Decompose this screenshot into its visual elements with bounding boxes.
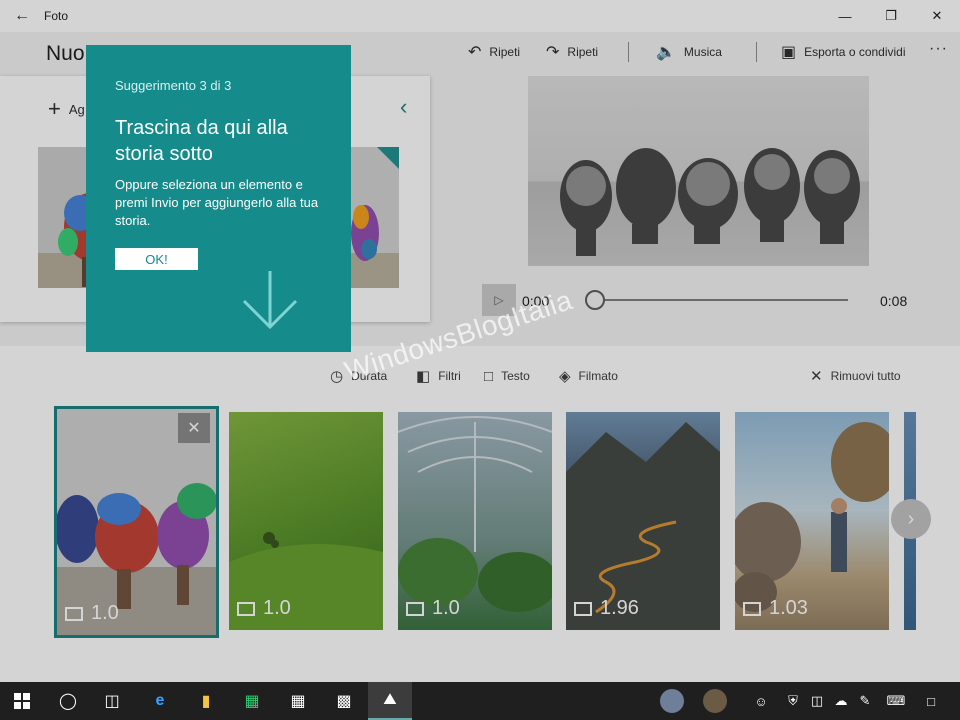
avatar[interactable] bbox=[703, 689, 727, 713]
avatar[interactable] bbox=[660, 689, 684, 713]
motion-label: Filmato bbox=[578, 369, 618, 383]
storyboard-card[interactable]: ✕ 1.0 bbox=[54, 406, 219, 638]
photos-app-icon[interactable]: ⛰ bbox=[368, 682, 412, 720]
tip-title: Trascina da qui alla storia sotto bbox=[115, 117, 288, 165]
project-title[interactable]: Nuo bbox=[46, 42, 85, 66]
app-title: Foto bbox=[44, 9, 69, 23]
image-icon bbox=[65, 606, 83, 621]
remove-card-button[interactable]: ✕ bbox=[178, 413, 210, 443]
window-controls: — ❐ ✕ bbox=[822, 0, 960, 32]
storyboard-panel: ◷ Durata ◧ Filtri □ Testo ◈ Filmato ✕ Ri… bbox=[0, 346, 960, 682]
file-explorer-icon[interactable]: ▮ bbox=[184, 682, 228, 720]
minimize-button[interactable]: — bbox=[822, 0, 868, 32]
taskbar: ◯ ◫ e ▮ ▦ ▦ ▩ ⛰ ☺ ⛨ ◫ ☁ ✎ ⌨ □ bbox=[0, 682, 960, 720]
windows-logo-icon bbox=[14, 693, 30, 709]
storyboard-card[interactable]: 1.0 bbox=[229, 412, 383, 630]
teaching-tip: Suggerimento 3 di 3 Trascina da qui alla… bbox=[86, 45, 351, 352]
colorful-costume-image bbox=[351, 147, 399, 261]
divider bbox=[756, 42, 757, 62]
motion-button[interactable]: ◈ Filmato bbox=[559, 366, 618, 386]
edge-browser-icon[interactable]: e bbox=[138, 682, 182, 720]
add-media-button[interactable]: + Ag bbox=[48, 98, 85, 120]
keyboard-icon[interactable]: ⌨ bbox=[882, 682, 910, 720]
remove-all-label: Rimuovi tutto bbox=[830, 369, 901, 383]
undo-button[interactable]: ↶ Ripeti bbox=[468, 40, 520, 64]
card-duration-value: 1.03 bbox=[769, 597, 808, 619]
task-view-icon[interactable]: ◫ bbox=[90, 682, 134, 720]
cortana-circle-icon[interactable]: ◯ bbox=[46, 682, 90, 720]
close-icon: ✕ bbox=[810, 368, 823, 385]
shield-icon[interactable]: ⛨ bbox=[782, 682, 804, 720]
network-icon[interactable]: ◫ bbox=[806, 682, 828, 720]
divider bbox=[628, 42, 629, 62]
preview-image bbox=[560, 148, 860, 256]
card-duration-value: 1.0 bbox=[432, 597, 460, 619]
motion-icon: ◈ bbox=[559, 368, 571, 385]
redo-icon: ↷ bbox=[546, 44, 560, 61]
title-bar: ← Foto — ❐ ✕ bbox=[0, 0, 960, 32]
notifications-icon[interactable]: □ bbox=[918, 682, 944, 720]
storyboard-card[interactable]: 1.0 bbox=[398, 412, 552, 630]
filters-button[interactable]: ◧ Filtri bbox=[416, 366, 461, 386]
storyboard-card[interactable]: 1.96 bbox=[566, 412, 720, 630]
text-button[interactable]: □ Testo bbox=[484, 366, 530, 386]
down-arrow-icon bbox=[242, 271, 298, 330]
filters-label: Filtri bbox=[438, 369, 461, 383]
people-icon[interactable]: ☺ bbox=[748, 682, 774, 720]
remove-all-button[interactable]: ✕ Rimuovi tutto bbox=[810, 366, 901, 386]
image-icon bbox=[406, 601, 424, 616]
tip-body: Oppure seleziona un elemento e premi Inv… bbox=[115, 177, 319, 228]
collapse-chevron-icon[interactable]: ‹ bbox=[400, 94, 407, 120]
cloud-icon[interactable]: ☁ bbox=[830, 682, 852, 720]
card-duration: 1.0 bbox=[65, 602, 119, 625]
image-icon bbox=[237, 601, 255, 616]
redo-button[interactable]: ↷ Ripeti bbox=[546, 40, 598, 64]
library-thumbnail[interactable] bbox=[351, 147, 399, 288]
text-label: Testo bbox=[501, 369, 530, 383]
time-total: 0:08 bbox=[880, 293, 908, 309]
card-duration-value: 1.96 bbox=[600, 597, 639, 619]
store-bag-icon[interactable]: ▦ bbox=[276, 682, 320, 720]
card-duration: 1.0 bbox=[237, 597, 291, 620]
more-options-icon[interactable]: ··· bbox=[929, 40, 948, 58]
scroll-right-button[interactable]: › bbox=[891, 499, 931, 539]
back-arrow-icon[interactable]: ← bbox=[0, 0, 44, 32]
redo-label: Ripeti bbox=[567, 45, 599, 59]
storyboard-card[interactable]: 1.03 bbox=[735, 412, 889, 630]
chevron-right-icon: › bbox=[907, 507, 915, 530]
image-icon bbox=[743, 601, 761, 616]
card-duration-value: 1.0 bbox=[263, 597, 291, 619]
speaker-icon: 🔈 bbox=[656, 44, 676, 61]
card-duration-value: 1.0 bbox=[91, 602, 119, 624]
tip-step: Suggerimento 3 di 3 bbox=[115, 78, 232, 93]
pen-icon[interactable]: ✎ bbox=[854, 682, 876, 720]
filter-icon: ◧ bbox=[416, 368, 431, 385]
card-duration: 1.0 bbox=[406, 597, 460, 620]
progress-track[interactable] bbox=[594, 299, 848, 301]
image-icon bbox=[574, 601, 592, 616]
export-image-icon: ▣ bbox=[781, 44, 797, 61]
video-preview[interactable] bbox=[528, 76, 869, 266]
undo-label: Ripeti bbox=[489, 45, 521, 59]
card-duration: 1.96 bbox=[574, 597, 639, 620]
music-label: Musica bbox=[683, 45, 722, 59]
card-duration: 1.03 bbox=[743, 597, 808, 620]
export-button[interactable]: ▣ Esporta o condividi bbox=[781, 40, 906, 64]
progress-thumb[interactable] bbox=[585, 290, 605, 310]
maximize-button[interactable]: ❐ bbox=[868, 0, 914, 32]
windows-blog-app-icon[interactable]: ▩ bbox=[322, 682, 366, 720]
plus-icon: + bbox=[48, 96, 61, 121]
start-windows-icon[interactable] bbox=[0, 682, 44, 720]
tip-ok-button[interactable]: OK! bbox=[115, 248, 198, 270]
calculator-app-icon[interactable]: ▦ bbox=[230, 682, 274, 720]
export-label: Esporta o condividi bbox=[804, 45, 906, 59]
text-icon: □ bbox=[484, 367, 494, 385]
undo-icon: ↶ bbox=[468, 44, 482, 61]
music-button[interactable]: 🔈 Musica bbox=[656, 40, 722, 64]
add-media-label: Ag bbox=[68, 101, 85, 117]
clock-icon: ◷ bbox=[330, 368, 344, 385]
close-button[interactable]: ✕ bbox=[914, 0, 960, 32]
